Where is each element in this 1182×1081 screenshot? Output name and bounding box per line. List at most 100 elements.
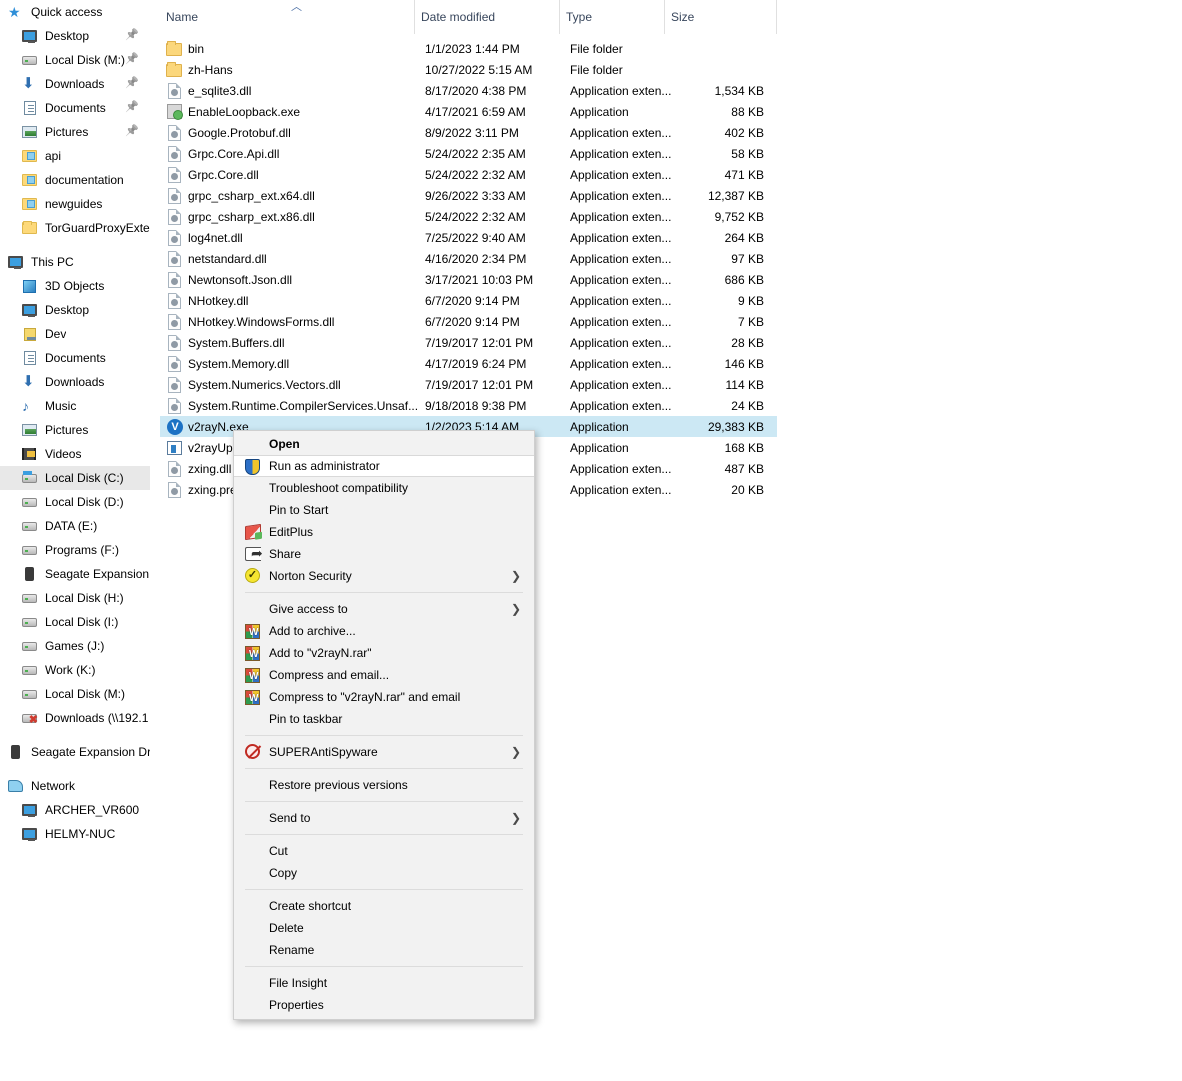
table-row[interactable]: NHotkey.dll 6/7/2020 9:14 PM Application e… xyxy=(160,290,777,311)
sidebar-item-desktop[interactable]: Desktop xyxy=(0,298,150,322)
file-date-cell: 5/24/2022 2:32 AM xyxy=(425,209,526,224)
sidebar-item-seagate-expansion-i[interactable]: Seagate Expansion I xyxy=(0,562,150,586)
computer-icon xyxy=(8,254,24,270)
menu-item-label: SUPERAntiSpyware xyxy=(269,745,378,759)
file-name-cell: grpc_csharp_ext.x64.dll xyxy=(188,188,315,203)
table-row[interactable]: zh-Hans 10/27/2022 5:15 AM File folder xyxy=(160,59,777,80)
column-header-date-modified[interactable]: Date modified xyxy=(415,0,560,34)
menu-item-copy[interactable]: Copy xyxy=(234,862,534,884)
sidebar-item-work-k[interactable]: Work (K:) xyxy=(0,658,150,682)
context-menu[interactable]: Open Run as administrator Troubleshoot com… xyxy=(233,430,535,1020)
sidebar-item-3d-objects[interactable]: 3D Objects xyxy=(0,274,150,298)
file-size-cell: 9 KB xyxy=(737,293,764,308)
sidebar-item-network[interactable]: Network xyxy=(0,774,150,798)
sidebar-item-dev[interactable]: Dev xyxy=(0,322,150,346)
menu-item-pin-to-taskbar[interactable]: Pin to taskbar xyxy=(234,708,534,730)
sidebar-item-local-disk-h[interactable]: Local Disk (H:) xyxy=(0,586,150,610)
menu-item-compress-to-v2rayn-rar-and-email[interactable]: Compress to "v2rayN.rar" and email xyxy=(234,686,534,708)
table-row[interactable]: Google.Protobuf.dll 8/9/2022 3:11 PM Appli… xyxy=(160,122,777,143)
sidebar-item-music[interactable]: ♪ Music xyxy=(0,394,150,418)
menu-item-run-as-administrator[interactable]: Run as administrator xyxy=(234,455,534,477)
table-row[interactable]: Grpc.Core.dll 5/24/2022 2:32 AM Applicatio… xyxy=(160,164,777,185)
table-row[interactable]: System.Numerics.Vectors.dll 7/19/2017 12:… xyxy=(160,374,777,395)
menu-item-pin-to-start[interactable]: Pin to Start xyxy=(234,499,534,521)
table-row[interactable]: log4net.dll 7/25/2022 9:40 AM Application … xyxy=(160,227,777,248)
menu-item-send-to[interactable]: Send to ❯ xyxy=(234,807,534,829)
menu-item-label: EditPlus xyxy=(269,525,314,539)
sidebar-item-quick-access[interactable]: ★ Quick access xyxy=(0,0,150,24)
table-row[interactable]: System.Memory.dll 4/17/2019 6:24 PM Applic… xyxy=(160,353,777,374)
editplus-icon xyxy=(245,523,261,541)
sidebar-item-torguardproxyexten[interactable]: TorGuardProxyExten xyxy=(0,216,150,240)
table-row[interactable]: System.Buffers.dll 7/19/2017 12:01 PM Appl… xyxy=(160,332,777,353)
table-row[interactable]: grpc_csharp_ext.x64.dll 9/26/2022 3:33 AM… xyxy=(160,185,777,206)
menu-item-properties[interactable]: Properties xyxy=(234,994,534,1016)
menu-item-delete[interactable]: Delete xyxy=(234,917,534,939)
sidebar-item-downloads[interactable]: ⬇ Downloads xyxy=(0,370,150,394)
pin-icon[interactable]: 📌 xyxy=(125,126,139,137)
table-row[interactable]: EnableLoopback.exe 4/17/2021 6:59 AM Appli… xyxy=(160,101,777,122)
sidebar-item-newguides[interactable]: newguides xyxy=(0,192,150,216)
sidebar-item-local-disk-m[interactable]: Local Disk (M:) xyxy=(0,682,150,706)
documents-icon xyxy=(22,350,38,366)
column-header-type[interactable]: Type xyxy=(560,0,665,34)
menu-item-add-to-v2rayn-rar[interactable]: Add to "v2rayN.rar" xyxy=(234,642,534,664)
sidebar-item-documentation[interactable]: documentation xyxy=(0,168,150,192)
sidebar-item-downloads-192-1[interactable]: Downloads (\\192.1 xyxy=(0,706,150,730)
sidebar-item-desktop[interactable]: Desktop 📌 xyxy=(0,24,150,48)
pin-icon[interactable]: 📌 xyxy=(125,30,139,41)
column-header-row[interactable]: Name ︿ Date modified Type Size xyxy=(160,0,777,34)
file-type-cell: Application xyxy=(570,440,629,455)
table-row[interactable]: NHotkey.WindowsForms.dll 6/7/2020 9:14 PM… xyxy=(160,311,777,332)
menu-item-label: Properties xyxy=(269,998,324,1012)
table-row[interactable]: netstandard.dll 4/16/2020 2:34 PM Applicat… xyxy=(160,248,777,269)
file-size-cell: 168 KB xyxy=(724,440,764,455)
column-header-name[interactable]: Name xyxy=(160,0,415,34)
sidebar-item-pictures[interactable]: Pictures xyxy=(0,418,150,442)
table-row[interactable]: Newtonsoft.Json.dll 3/17/2021 10:03 PM App… xyxy=(160,269,777,290)
sidebar-item-local-disk-c[interactable]: Local Disk (C:) xyxy=(0,466,150,490)
sidebar-item-this-pc[interactable]: This PC xyxy=(0,250,150,274)
menu-item-cut[interactable]: Cut xyxy=(234,840,534,862)
menu-item-file-insight[interactable]: File Insight xyxy=(234,972,534,994)
menu-item-superantispyware[interactable]: SUPERAntiSpyware ❯ xyxy=(234,741,534,763)
table-row[interactable]: Grpc.Core.Api.dll 5/24/2022 2:35 AM Applic… xyxy=(160,143,777,164)
pin-icon[interactable]: 📌 xyxy=(125,78,139,89)
sidebar-item-local-disk-m[interactable]: Local Disk (M:) 📌 xyxy=(0,48,150,72)
column-header-size[interactable]: Size xyxy=(665,0,777,34)
drive-icon xyxy=(22,542,38,558)
sidebar-item-helmy-nuc[interactable]: HELMY-NUC xyxy=(0,822,150,846)
sidebar-item-games-j[interactable]: Games (J:) xyxy=(0,634,150,658)
sidebar-item-documents[interactable]: Documents 📌 xyxy=(0,96,150,120)
sidebar-item-programs-f[interactable]: Programs (F:) xyxy=(0,538,150,562)
sidebar-item-documents[interactable]: Documents xyxy=(0,346,150,370)
sidebar-item-seagate-expansion-dr[interactable]: Seagate Expansion Dr xyxy=(0,740,150,764)
menu-item-create-shortcut[interactable]: Create shortcut xyxy=(234,895,534,917)
pin-icon[interactable]: 📌 xyxy=(125,54,139,65)
menu-item-share[interactable]: Share xyxy=(234,543,534,565)
download-arrow-icon: ⬇ xyxy=(22,373,35,390)
table-row[interactable]: bin 1/1/2023 1:44 PM File folder xyxy=(160,38,777,59)
sidebar-item-downloads[interactable]: ⬇ Downloads 📌 xyxy=(0,72,150,96)
sidebar-item-api[interactable]: api xyxy=(0,144,150,168)
sidebar-item-videos[interactable]: Videos xyxy=(0,442,150,466)
sidebar-item-local-disk-i[interactable]: Local Disk (I:) xyxy=(0,610,150,634)
pin-icon[interactable]: 📌 xyxy=(125,102,139,113)
menu-item-editplus[interactable]: EditPlus xyxy=(234,521,534,543)
table-row[interactable]: e_sqlite3.dll 8/17/2020 4:38 PM Applicatio… xyxy=(160,80,777,101)
navigation-pane[interactable]: ★ Quick access Desktop 📌 Local Disk (M:) 📌 ⬇ Do… xyxy=(0,0,150,1081)
sidebar-item-archer-vr600[interactable]: ARCHER_VR600 xyxy=(0,798,150,822)
menu-item-add-to-archive[interactable]: Add to archive... xyxy=(234,620,534,642)
menu-item-compress-and-email[interactable]: Compress and email... xyxy=(234,664,534,686)
menu-item-troubleshoot-compatibility[interactable]: Troubleshoot compatibility xyxy=(234,477,534,499)
menu-item-give-access-to[interactable]: Give access to ❯ xyxy=(234,598,534,620)
sidebar-item-pictures[interactable]: Pictures 📌 xyxy=(0,120,150,144)
sidebar-item-local-disk-d[interactable]: Local Disk (D:) xyxy=(0,490,150,514)
menu-item-restore-previous-versions[interactable]: Restore previous versions xyxy=(234,774,534,796)
table-row[interactable]: System.Runtime.CompilerServices.Unsaf...… xyxy=(160,395,777,416)
menu-item-norton-security[interactable]: ✓ Norton Security ❯ xyxy=(234,565,534,587)
menu-item-open[interactable]: Open xyxy=(234,433,534,455)
menu-item-rename[interactable]: Rename xyxy=(234,939,534,961)
table-row[interactable]: grpc_csharp_ext.x86.dll 5/24/2022 2:32 AM… xyxy=(160,206,777,227)
sidebar-item-data-e[interactable]: DATA (E:) xyxy=(0,514,150,538)
